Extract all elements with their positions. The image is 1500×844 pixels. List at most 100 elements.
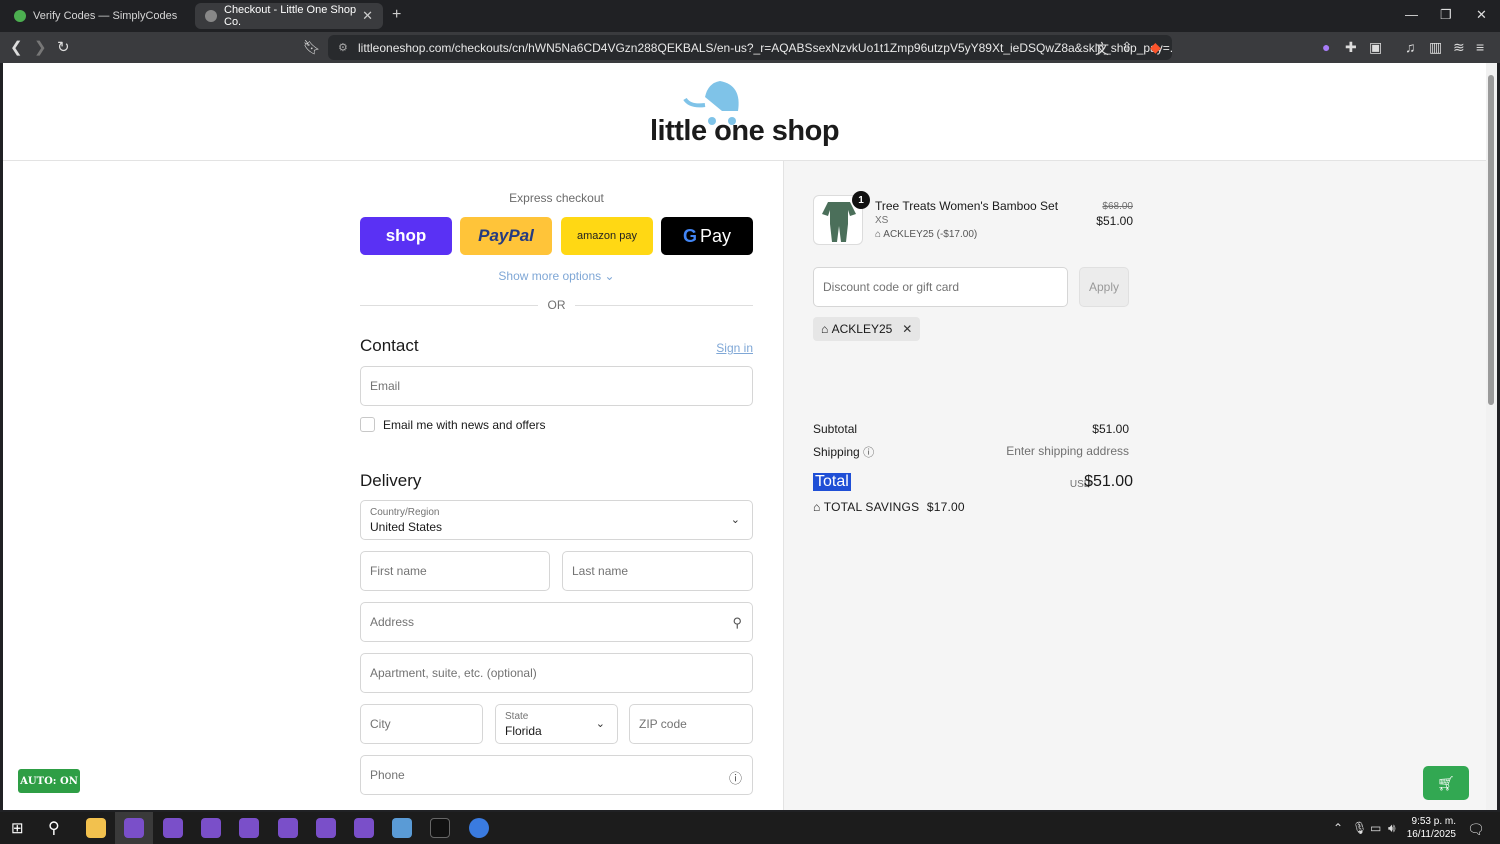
applied-code: ACKLEY25 (831, 322, 893, 336)
city-field[interactable]: City (360, 704, 483, 744)
state-select[interactable]: State Florida ⌄ (495, 704, 618, 744)
browser-app-icon[interactable] (354, 818, 374, 838)
paypal-button[interactable]: PayPal (460, 217, 552, 255)
chevron-down-icon: ⌄ (595, 718, 605, 730)
search-icon[interactable]: ⚲ (48, 818, 60, 838)
sidebar-icon[interactable]: ▥ (1429, 39, 1442, 56)
subtotal-value: $51.00 (1092, 422, 1129, 436)
zip-code-field[interactable]: ZIP code (629, 704, 753, 744)
notifications-icon[interactable]: 🗨︎ (1467, 821, 1485, 838)
applied-discount-chip: ⌂ ACKLEY25 ✕ (813, 317, 921, 341)
close-window-icon[interactable]: ✕ (1476, 7, 1487, 23)
reload-icon[interactable]: ↻ (57, 38, 70, 56)
clock-time: 9:53 p. m. (1411, 816, 1456, 827)
tab-title: Verify Codes — SimplyCodes (33, 10, 178, 22)
news-offers-checkbox[interactable] (360, 417, 375, 432)
terminal-app-icon[interactable] (430, 818, 450, 838)
paypal-label: PayPal (478, 226, 534, 245)
app-icon[interactable] (392, 818, 412, 838)
chat-app-icon[interactable] (469, 818, 489, 838)
browser-app-icon[interactable] (239, 818, 259, 838)
wallet-icon[interactable]: ▣ (1369, 39, 1382, 56)
google-pay-label: Pay (699, 225, 732, 246)
address-bar[interactable]: ⚙ littleoneshop.com/checkouts/cn/hWN5Na6… (328, 35, 1172, 60)
express-checkout-title: Express checkout (509, 191, 604, 205)
last-name-field[interactable]: Last name (562, 551, 753, 591)
menu-icon[interactable]: ≡ (1476, 39, 1484, 55)
auto-on-badge[interactable]: AUTO: ON (18, 769, 80, 793)
forward-icon[interactable]: ❯ (34, 38, 47, 56)
store-logo[interactable]: little one shop (650, 77, 840, 147)
show-more-label: Show more options (498, 269, 602, 283)
network-icon[interactable]: ▭ (1370, 821, 1381, 835)
share-icon[interactable]: ⇪ (1121, 39, 1133, 56)
vpn-icon[interactable]: ≋ (1453, 39, 1465, 56)
microphone-icon[interactable]: 🎙︎ (1352, 821, 1367, 835)
extension-icon[interactable]: ● (1322, 39, 1330, 55)
help-icon[interactable]: ⓘ (863, 447, 874, 459)
state-value: Florida (505, 724, 542, 738)
browser-app-icon[interactable] (124, 818, 144, 838)
windows-start-icon[interactable]: ⊞ (11, 819, 24, 837)
page-scrollbar[interactable] (1486, 63, 1497, 810)
google-pay-button[interactable]: G Pay (661, 217, 753, 255)
browser-app-icon[interactable] (163, 818, 183, 838)
or-text: OR (547, 298, 566, 312)
bookmark-icon[interactable]: 🔖︎ (303, 39, 321, 56)
tab-checkout[interactable]: Checkout - Little One Shop Co. ✕ (195, 3, 383, 29)
apartment-placeholder: Apartment, suite, etc. (optional) (370, 666, 537, 680)
logo-text: little one shop (650, 115, 840, 147)
address-field[interactable]: Address ⚲ (360, 602, 753, 642)
site-info-icon[interactable]: ⚙ (338, 41, 348, 54)
close-tab-icon[interactable]: ✕ (362, 8, 373, 24)
tab-simplycodes[interactable]: Verify Codes — SimplyCodes (4, 3, 192, 29)
browser-toolbar: ❮ ❯ ↻ 🔖︎ ⚙ littleoneshop.com/checkouts/c… (0, 32, 1500, 63)
amazon-pay-button[interactable]: amazon pay (561, 217, 653, 255)
url-text: littleoneshop.com/checkouts/cn/hWN5Na6CD… (358, 40, 1172, 55)
checkout-page: little one shop Express checkout shop Pa… (3, 63, 1486, 810)
discounted-price: $51.00 (1096, 214, 1133, 228)
email-field[interactable]: Email (360, 366, 753, 406)
news-offers-label: Email me with news and offers (383, 418, 546, 432)
file-explorer-icon[interactable] (86, 818, 106, 838)
remove-discount-icon[interactable]: ✕ (902, 322, 912, 336)
total-savings: ⌂ TOTAL SAVINGS $17.00 (813, 500, 965, 514)
discount-code-input[interactable]: Discount code or gift card (813, 267, 1068, 307)
new-tab-icon[interactable]: + (392, 6, 401, 24)
restore-icon[interactable]: ❐ (1440, 7, 1452, 23)
first-name-field[interactable]: First name (360, 551, 550, 591)
total-label: Total (813, 473, 851, 491)
scrollbar-thumb[interactable] (1488, 75, 1494, 405)
phone-field[interactable]: Phone ⓘ (360, 755, 753, 795)
apartment-field[interactable]: Apartment, suite, etc. (optional) (360, 653, 753, 693)
zip-placeholder: ZIP code (639, 717, 687, 731)
system-clock[interactable]: 9:53 p. m. 16/11/2025 (1404, 815, 1456, 841)
show-hidden-icons-icon[interactable]: ⌃ (1333, 821, 1343, 835)
sign-in-link[interactable]: Sign in (716, 341, 753, 355)
country-label: Country/Region (370, 507, 440, 518)
cart-extension-button[interactable]: 🛒︎ (1423, 766, 1469, 800)
apply-button[interactable]: Apply (1079, 267, 1129, 307)
shop-pay-button[interactable]: shop (360, 217, 452, 255)
volume-icon[interactable]: 🔊︎ (1388, 821, 1396, 836)
chevron-down-icon: ⌄ (604, 269, 615, 283)
phone-placeholder: Phone (370, 768, 405, 782)
chevron-down-icon: ⌄ (730, 514, 740, 526)
tab-title: Checkout - Little One Shop Co. (224, 4, 357, 28)
browser-app-icon[interactable] (201, 818, 221, 838)
clock-date: 16/11/2025 (1406, 829, 1456, 840)
show-more-options-link[interactable]: Show more options ⌄ (360, 269, 753, 283)
back-icon[interactable]: ❮ (10, 38, 23, 56)
help-icon[interactable]: ⓘ (729, 768, 742, 787)
google-g-icon: G (682, 225, 697, 246)
media-icon[interactable]: ♫ (1405, 39, 1416, 55)
country-select[interactable]: Country/Region United States ⌄ (360, 500, 753, 540)
browser-app-icon[interactable] (316, 818, 336, 838)
browser-app-icon[interactable] (278, 818, 298, 838)
subtotal-label: Subtotal (813, 422, 858, 436)
brave-shield-icon[interactable]: ◆ (1150, 39, 1161, 56)
minimize-icon[interactable]: — (1405, 7, 1418, 22)
extensions-puzzle-icon[interactable]: ✚ (1345, 39, 1357, 56)
tag-icon: ⌂ (813, 500, 824, 514)
translate-icon[interactable]: 文 (1095, 39, 1109, 59)
